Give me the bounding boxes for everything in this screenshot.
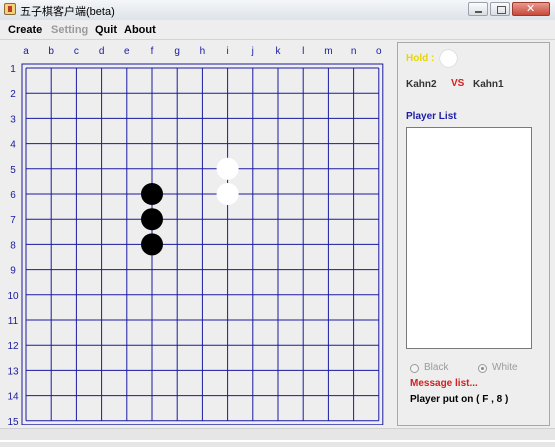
menu-bar: Create Setting Quit About bbox=[0, 20, 555, 40]
bottom-divider bbox=[0, 440, 555, 442]
white-stone bbox=[216, 183, 239, 205]
vs-label: VS bbox=[451, 78, 465, 89]
column-label: d bbox=[99, 46, 105, 57]
player2-name: Kahn2 bbox=[406, 79, 437, 90]
message-list-label: Message list... bbox=[410, 378, 478, 389]
row-label: 7 bbox=[10, 215, 16, 226]
column-label: h bbox=[200, 46, 206, 57]
row-label: 12 bbox=[7, 341, 19, 352]
menu-quit[interactable]: Quit bbox=[95, 24, 117, 36]
hold-stone-indicator bbox=[440, 50, 457, 67]
hold-label: Hold : bbox=[406, 53, 435, 64]
player-list[interactable] bbox=[406, 127, 532, 349]
title-bar: 五子棋客户端(beta) bbox=[0, 0, 555, 21]
black-stone bbox=[141, 183, 163, 205]
close-button[interactable] bbox=[512, 2, 550, 16]
white-radio[interactable] bbox=[478, 364, 487, 373]
app-icon bbox=[4, 3, 16, 15]
row-label: 13 bbox=[7, 366, 19, 377]
menu-about[interactable]: About bbox=[124, 24, 156, 36]
column-label: f bbox=[151, 46, 154, 57]
black-stone bbox=[141, 233, 163, 256]
maximize-button[interactable] bbox=[490, 2, 510, 16]
white-radio-label[interactable]: White bbox=[492, 362, 518, 373]
row-label: 14 bbox=[7, 392, 19, 403]
row-label: 4 bbox=[10, 140, 16, 151]
row-label: 15 bbox=[7, 417, 19, 425]
row-label: 8 bbox=[10, 240, 16, 251]
row-label: 10 bbox=[7, 291, 19, 302]
status-strip bbox=[0, 428, 555, 447]
column-label: j bbox=[251, 46, 254, 57]
menu-setting[interactable]: Setting bbox=[51, 24, 88, 36]
column-label: o bbox=[376, 46, 382, 57]
menu-create[interactable]: Create bbox=[8, 24, 42, 36]
column-label: n bbox=[351, 46, 357, 57]
column-label: c bbox=[74, 46, 79, 57]
black-stone bbox=[141, 208, 163, 231]
player1-name: Kahn1 bbox=[473, 79, 504, 90]
row-label: 2 bbox=[10, 89, 16, 100]
column-label: g bbox=[174, 46, 180, 57]
side-panel: Hold : Kahn2 VS Kahn1 Player List Black … bbox=[397, 42, 550, 426]
minimize-button[interactable] bbox=[468, 2, 488, 16]
row-label: 1 bbox=[10, 64, 16, 75]
black-radio-label[interactable]: Black bbox=[424, 362, 448, 373]
window-title: 五子棋客户端(beta) bbox=[20, 6, 115, 18]
row-label: 6 bbox=[10, 190, 16, 201]
message-text: Player put on ( F , 8 ) bbox=[410, 394, 509, 405]
row-label: 11 bbox=[8, 316, 19, 327]
column-label: l bbox=[302, 46, 304, 57]
column-label: k bbox=[276, 46, 282, 57]
row-label: 5 bbox=[10, 165, 16, 176]
column-label: a bbox=[23, 46, 29, 57]
row-label: 9 bbox=[10, 266, 16, 277]
game-board[interactable]: a1 b 2 c 3 d 4 e 5 f 6 g 7 h 8 i 9 j 10 k 11 l 12 m 13 n 14 o 15 bbox=[0, 40, 395, 425]
player-list-label: Player List bbox=[406, 111, 457, 122]
column-label: e bbox=[124, 46, 130, 57]
row-label: 3 bbox=[10, 114, 16, 125]
black-radio[interactable] bbox=[410, 364, 419, 373]
board-panel: a 1 b 2 c 3 d 4 e 5 f 6 g 7 h 8 i 9 j 10 k 11 l 12 m 13 n 14 o 15 bbox=[0, 40, 395, 425]
column-label: m bbox=[324, 46, 332, 57]
column-label: b bbox=[48, 46, 54, 57]
column-label: i bbox=[226, 46, 228, 57]
white-stone bbox=[216, 157, 239, 180]
